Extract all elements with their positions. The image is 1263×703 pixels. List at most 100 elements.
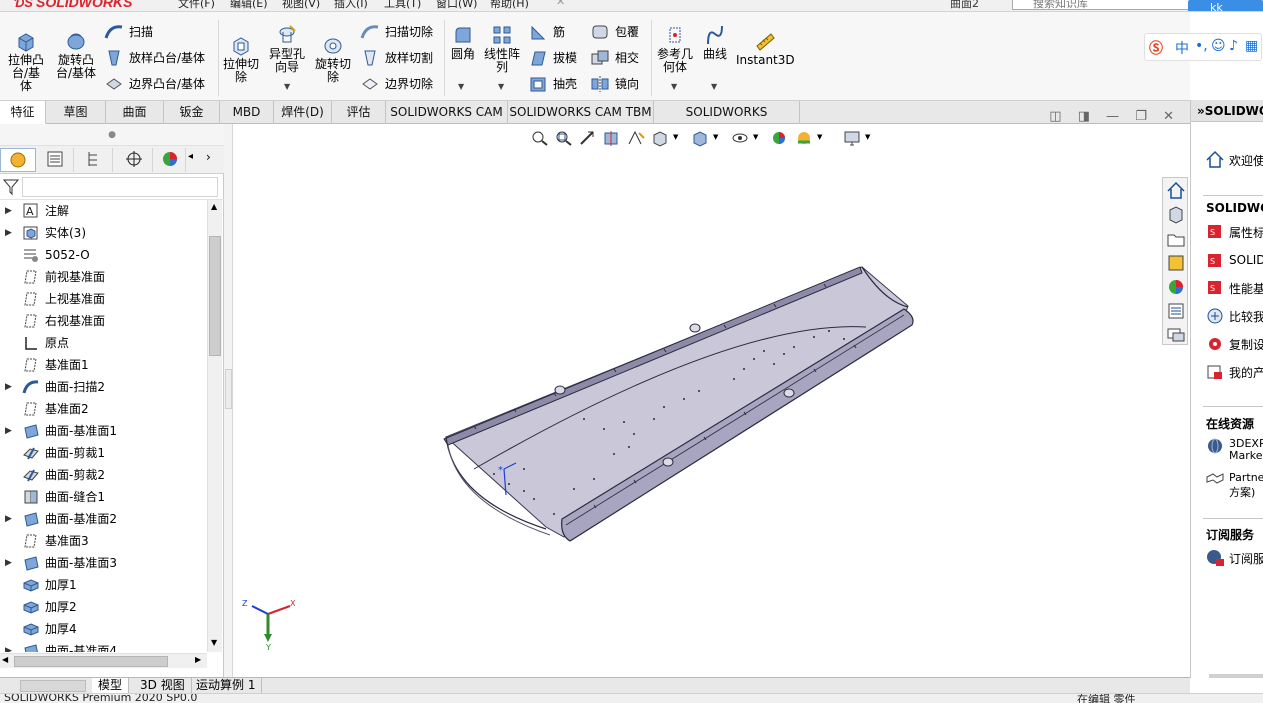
tab-features[interactable]: 特征 (0, 101, 46, 124)
graphics-area[interactable]: ◫ ◨ — ❐ ✕ ▼ ▼ ▼ ▼ ▼ * X Y Z (234, 109, 1188, 677)
pin-icon[interactable]: ✕ (556, 0, 565, 8)
tree-item[interactable]: ▶ A 注解 (0, 200, 208, 222)
minimize-icon[interactable]: — (1106, 109, 1119, 124)
filter-icon[interactable] (3, 178, 19, 196)
menu-window[interactable]: 窗口(W) (436, 0, 477, 11)
linear-pattern-dropdown[interactable]: ▼ (498, 82, 504, 91)
tab-solidworks-inspection[interactable]: SOLIDWORKS Inspection (654, 101, 800, 141)
display-manager-tab[interactable] (156, 148, 186, 172)
panel-grip[interactable]: ● (0, 124, 224, 146)
dynamic-annotation-icon[interactable] (626, 129, 646, 147)
custom-properties-icon[interactable] (1165, 300, 1187, 322)
task-pane-scrollbar[interactable] (1209, 674, 1263, 678)
tab-mbd[interactable]: MBD (220, 101, 274, 124)
tab-weldments[interactable]: 焊件(D) (274, 101, 332, 124)
scroll-down-icon[interactable]: ▼ (211, 638, 217, 647)
curves-dropdown[interactable]: ▼ (711, 82, 717, 91)
instant3d-button[interactable]: Instant3D (736, 30, 795, 67)
tree-item[interactable]: 基准面2 (0, 398, 208, 420)
tab-3d-views[interactable]: 3D 视图 (134, 678, 192, 693)
sweep-cut-button[interactable]: 扫描切除 (360, 22, 433, 42)
restore-icon[interactable]: ❐ (1135, 109, 1147, 124)
expand-arrow-icon[interactable]: ▶ (5, 420, 12, 442)
expand-arrow-icon[interactable]: ▶ (5, 200, 12, 222)
ime-voice-icon[interactable]: ♪ (1229, 38, 1238, 54)
mirror-button[interactable]: 镜向 (590, 74, 639, 94)
tree-item[interactable]: 前视基准面 (0, 266, 208, 288)
hide-show-items-icon[interactable] (730, 129, 750, 147)
loft-cut-button[interactable]: 放样切割 (360, 48, 433, 68)
tree-item[interactable]: 加厚4 (0, 618, 208, 640)
tile-right-icon[interactable]: ◨ (1078, 109, 1090, 124)
kk-account-badge[interactable]: kk (1188, 0, 1263, 11)
view-orientation-dropdown[interactable]: ▼ (673, 133, 678, 141)
tree-item[interactable]: 曲面-剪裁2 (0, 464, 208, 486)
panel-splitter[interactable] (224, 124, 233, 677)
splitter-handle[interactable] (225, 369, 232, 409)
chevron-right-icon[interactable]: » (1197, 104, 1205, 118)
tab-surfaces[interactable]: 曲面 (106, 101, 164, 124)
curves-button[interactable]: 曲线 (700, 24, 730, 61)
hole-wizard-dropdown[interactable]: ▼ (284, 82, 290, 91)
tree-item[interactable]: ▶ 曲面-基准面1 (0, 420, 208, 442)
menu-edit[interactable]: 编辑(E) (230, 0, 268, 11)
view-settings-dropdown[interactable]: ▼ (865, 133, 870, 141)
close-icon[interactable]: ✕ (1163, 109, 1174, 124)
tab-scroll-arrows[interactable] (20, 680, 86, 692)
tree-item[interactable]: 基准面1 (0, 354, 208, 376)
tile-left-icon[interactable]: ◫ (1049, 109, 1061, 124)
chevron-left-icon[interactable]: ◂ (188, 151, 193, 162)
menu-tools[interactable]: 工具(T) (384, 0, 421, 11)
shell-button[interactable]: 抽壳 (528, 74, 577, 94)
menu-help[interactable]: 帮助(H) (490, 0, 529, 11)
tab-evaluate[interactable]: 评估 (332, 101, 386, 124)
tree-item[interactable]: ▶ 曲面-基准面2 (0, 508, 208, 530)
tab-sketch[interactable]: 草图 (46, 101, 106, 124)
display-style-icon[interactable] (690, 129, 710, 147)
feature-tree-tab[interactable] (0, 148, 36, 172)
fillet-button[interactable]: 圆角 (448, 24, 478, 61)
boundary-boss-button[interactable]: 边界凸台/基体 (104, 74, 205, 94)
tab-motion-study[interactable]: 运动算例 1 (190, 678, 263, 693)
expand-arrow-icon[interactable]: ▶ (5, 552, 12, 574)
expand-arrow-icon[interactable]: ▶ (5, 222, 12, 244)
sweep-button[interactable]: 扫描 (104, 22, 153, 42)
tree-item[interactable]: 曲面-缝合1 (0, 486, 208, 508)
loft-boss-button[interactable]: 放样凸台/基体 (104, 48, 205, 68)
rib-button[interactable]: 筋 (528, 22, 565, 42)
view-palette-icon[interactable] (1165, 252, 1187, 274)
design-library-icon[interactable] (1165, 204, 1187, 226)
extrude-boss-button[interactable]: 拉伸凸 台/基体 (6, 30, 46, 93)
reference-geometry-button[interactable]: 参考几 何体 (655, 24, 695, 74)
hide-show-dropdown[interactable]: ▼ (753, 133, 758, 141)
boundary-cut-button[interactable]: 边界切除 (360, 74, 433, 94)
section-view-icon[interactable] (602, 129, 622, 147)
scene-dropdown[interactable]: ▼ (817, 133, 822, 141)
scroll-up-icon[interactable]: ▲ (211, 202, 217, 211)
tree-item[interactable]: 加厚2 (0, 596, 208, 618)
draft-button[interactable]: 拔模 (528, 48, 577, 68)
tree-item[interactable]: ▶ 曲面-基准面4 (0, 640, 208, 652)
reference-geometry-dropdown[interactable]: ▼ (671, 82, 677, 91)
chevron-right-icon[interactable]: › (206, 150, 211, 164)
home-icon[interactable] (1165, 180, 1187, 202)
property-manager-tab[interactable] (38, 148, 74, 172)
tree-horizontal-scrollbar[interactable]: ◀ ▶ (0, 653, 207, 668)
tree-item[interactable]: 5052-O (0, 244, 208, 266)
tree-item[interactable]: 原点 (0, 332, 208, 354)
dimxpert-tab[interactable] (117, 148, 153, 172)
extrude-cut-button[interactable]: 拉伸切 除 (222, 34, 260, 84)
edit-appearance-icon[interactable] (770, 129, 790, 147)
tree-item[interactable]: ▶ 曲面-扫描2 (0, 376, 208, 398)
configuration-manager-tab[interactable] (77, 148, 113, 172)
ime-punctuation-icon[interactable]: •, (1195, 38, 1208, 54)
zoom-to-fit-icon[interactable] (530, 129, 550, 147)
tab-model[interactable]: 模型 (92, 678, 130, 693)
tree-filter-input[interactable] (22, 177, 218, 197)
expand-arrow-icon[interactable]: ▶ (5, 376, 12, 398)
ime-emoji-icon[interactable]: ☺ (1211, 38, 1226, 54)
scrollbar-thumb[interactable] (209, 236, 221, 356)
menu-insert[interactable]: 插入(I) (334, 0, 368, 11)
solidworks-logo[interactable]: ƊS SOLIDWORKS (14, 0, 132, 10)
wrap-button[interactable]: 包覆 (590, 22, 639, 42)
